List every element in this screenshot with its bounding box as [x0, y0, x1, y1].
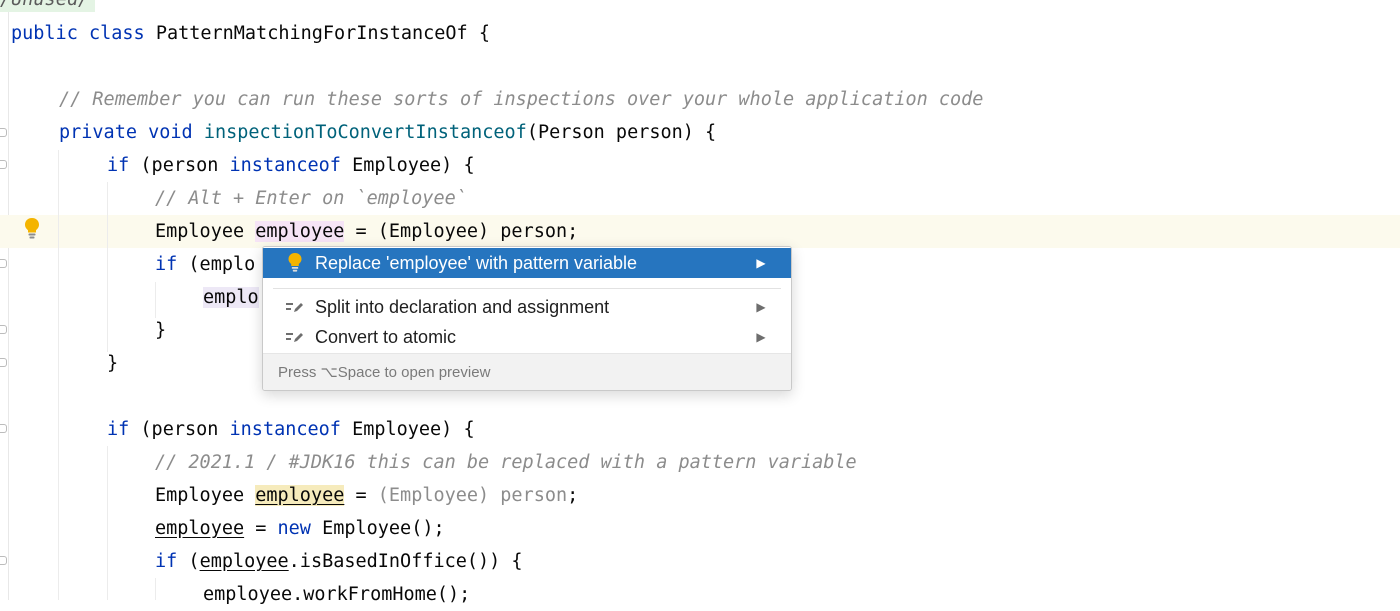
submenu-arrow-icon: ▶ [756, 300, 766, 314]
keyword: if [155, 551, 178, 572]
fold-marker[interactable] [0, 128, 7, 137]
indent-guide [155, 282, 156, 318]
redundant-cast: (Employee) person [377, 485, 568, 506]
keyword: public [11, 23, 78, 44]
fold-marker[interactable] [0, 556, 7, 565]
keyword: instanceof [229, 419, 341, 440]
code-line-if[interactable]: if (person instanceof Employee) { [107, 413, 475, 446]
variable-employee[interactable]: employee [200, 551, 289, 572]
variable-employee[interactable]: employee [255, 221, 345, 242]
code-text: = [355, 485, 367, 506]
edit-intention-icon [284, 330, 306, 344]
keyword: if [107, 155, 130, 176]
keyword: if [155, 254, 178, 275]
type-name: Employee [155, 221, 245, 242]
editor-gutter [0, 0, 9, 600]
fold-marker[interactable] [0, 259, 7, 268]
code-text: = [255, 518, 267, 539]
intention-convert-atomic[interactable]: Convert to atomic ▶ [263, 322, 791, 352]
code-text: ( [188, 551, 200, 572]
fold-marker[interactable] [0, 160, 7, 169]
code-text: Employee) { [352, 419, 475, 440]
code-line-declaration[interactable]: Employee employee = (Employee) person; [155, 215, 578, 248]
code-line-close[interactable]: } [155, 314, 166, 347]
intention-label: Split into declaration and assignment [315, 296, 610, 317]
submenu-arrow-icon: ▶ [756, 330, 766, 344]
fold-marker[interactable] [0, 358, 7, 367]
unused-tag: /Unused/ [0, 0, 96, 12]
brace: } [155, 320, 167, 341]
code-line-class-decl[interactable]: public class PatternMatchingForInstanceO… [11, 17, 490, 50]
method-name: inspectionToConvertInstanceof [203, 122, 527, 143]
code-line-comment[interactable]: // Remember you can run these sorts of i… [59, 83, 983, 116]
comment: // Remember you can run these sorts of i… [59, 89, 984, 110]
keyword: private [59, 122, 137, 143]
lightbulb-icon [284, 252, 306, 274]
code-line-assignment[interactable]: employee = new Employee(); [155, 512, 445, 545]
indent-guide [107, 182, 108, 352]
brace: } [107, 353, 119, 374]
code-text: (person [140, 155, 219, 176]
code-line-statement[interactable]: employee.workFromHome(); [203, 578, 470, 611]
code-text: ; [567, 485, 579, 506]
keyword: if [107, 419, 130, 440]
intention-label: Replace 'employee' with pattern variable [315, 252, 638, 273]
code-line-statement[interactable]: emplo [203, 281, 259, 314]
intention-label: Convert to atomic [315, 326, 457, 347]
comment: // Alt + Enter on `employee` [155, 188, 467, 209]
lightbulb-icon[interactable] [23, 216, 41, 242]
code-line-close[interactable]: } [107, 347, 118, 380]
code-line-if[interactable]: if (person instanceof Employee) { [107, 149, 475, 182]
method-params: (Person person) { [526, 122, 717, 143]
keyword: new [277, 518, 311, 539]
keyword: instanceof [229, 155, 341, 176]
popup-footer-hint: Press ⌥Space to open preview [263, 353, 791, 390]
keyword: void [148, 122, 193, 143]
brace: { [478, 23, 490, 44]
intention-replace-pattern-variable[interactable]: Replace 'employee' with pattern variable… [263, 248, 791, 278]
code-text: emplo [203, 287, 259, 308]
variable-employee[interactable]: employee [155, 518, 244, 539]
code-text: .isBasedInOffice()) { [288, 551, 523, 572]
class-name: PatternMatchingForInstanceOf [155, 23, 468, 44]
fold-marker[interactable] [0, 325, 7, 334]
code-line-comment[interactable]: // 2021.1 / #JDK16 this can be replaced … [155, 446, 857, 479]
indent-guide [155, 578, 156, 600]
submenu-arrow-icon: ▶ [756, 256, 766, 270]
comment: // 2021.1 / #JDK16 this can be replaced … [155, 452, 857, 473]
intention-actions-popup: Replace 'employee' with pattern variable… [262, 246, 792, 391]
code-text: Employee) { [352, 155, 475, 176]
code-line-if-nested[interactable]: if (emplo [155, 248, 255, 281]
code-line-if-nested[interactable]: if (employee.isBasedInOffice()) { [155, 545, 523, 578]
code-text: employee.workFromHome(); [203, 584, 471, 605]
code-text: = (Employee) person; [355, 221, 579, 242]
fold-marker[interactable] [0, 424, 7, 433]
popup-separator [273, 288, 781, 289]
code-line-method-decl[interactable]: private void inspectionToConvertInstance… [59, 116, 716, 149]
indent-guide [107, 446, 108, 600]
code-text: (emplo [188, 254, 256, 275]
code-text: Employee(); [322, 518, 445, 539]
indent-guide [58, 150, 59, 600]
keyword: class [88, 23, 145, 44]
intention-split-declaration[interactable]: Split into declaration and assignment ▶ [263, 292, 791, 322]
code-line-declaration[interactable]: Employee employee = (Employee) person; [155, 479, 578, 512]
type-name: Employee [155, 485, 245, 506]
edit-intention-icon [284, 300, 306, 314]
code-line-comment[interactable]: // Alt + Enter on `employee` [155, 182, 467, 215]
variable-employee[interactable]: employee [255, 485, 345, 506]
code-text: (person [140, 419, 219, 440]
